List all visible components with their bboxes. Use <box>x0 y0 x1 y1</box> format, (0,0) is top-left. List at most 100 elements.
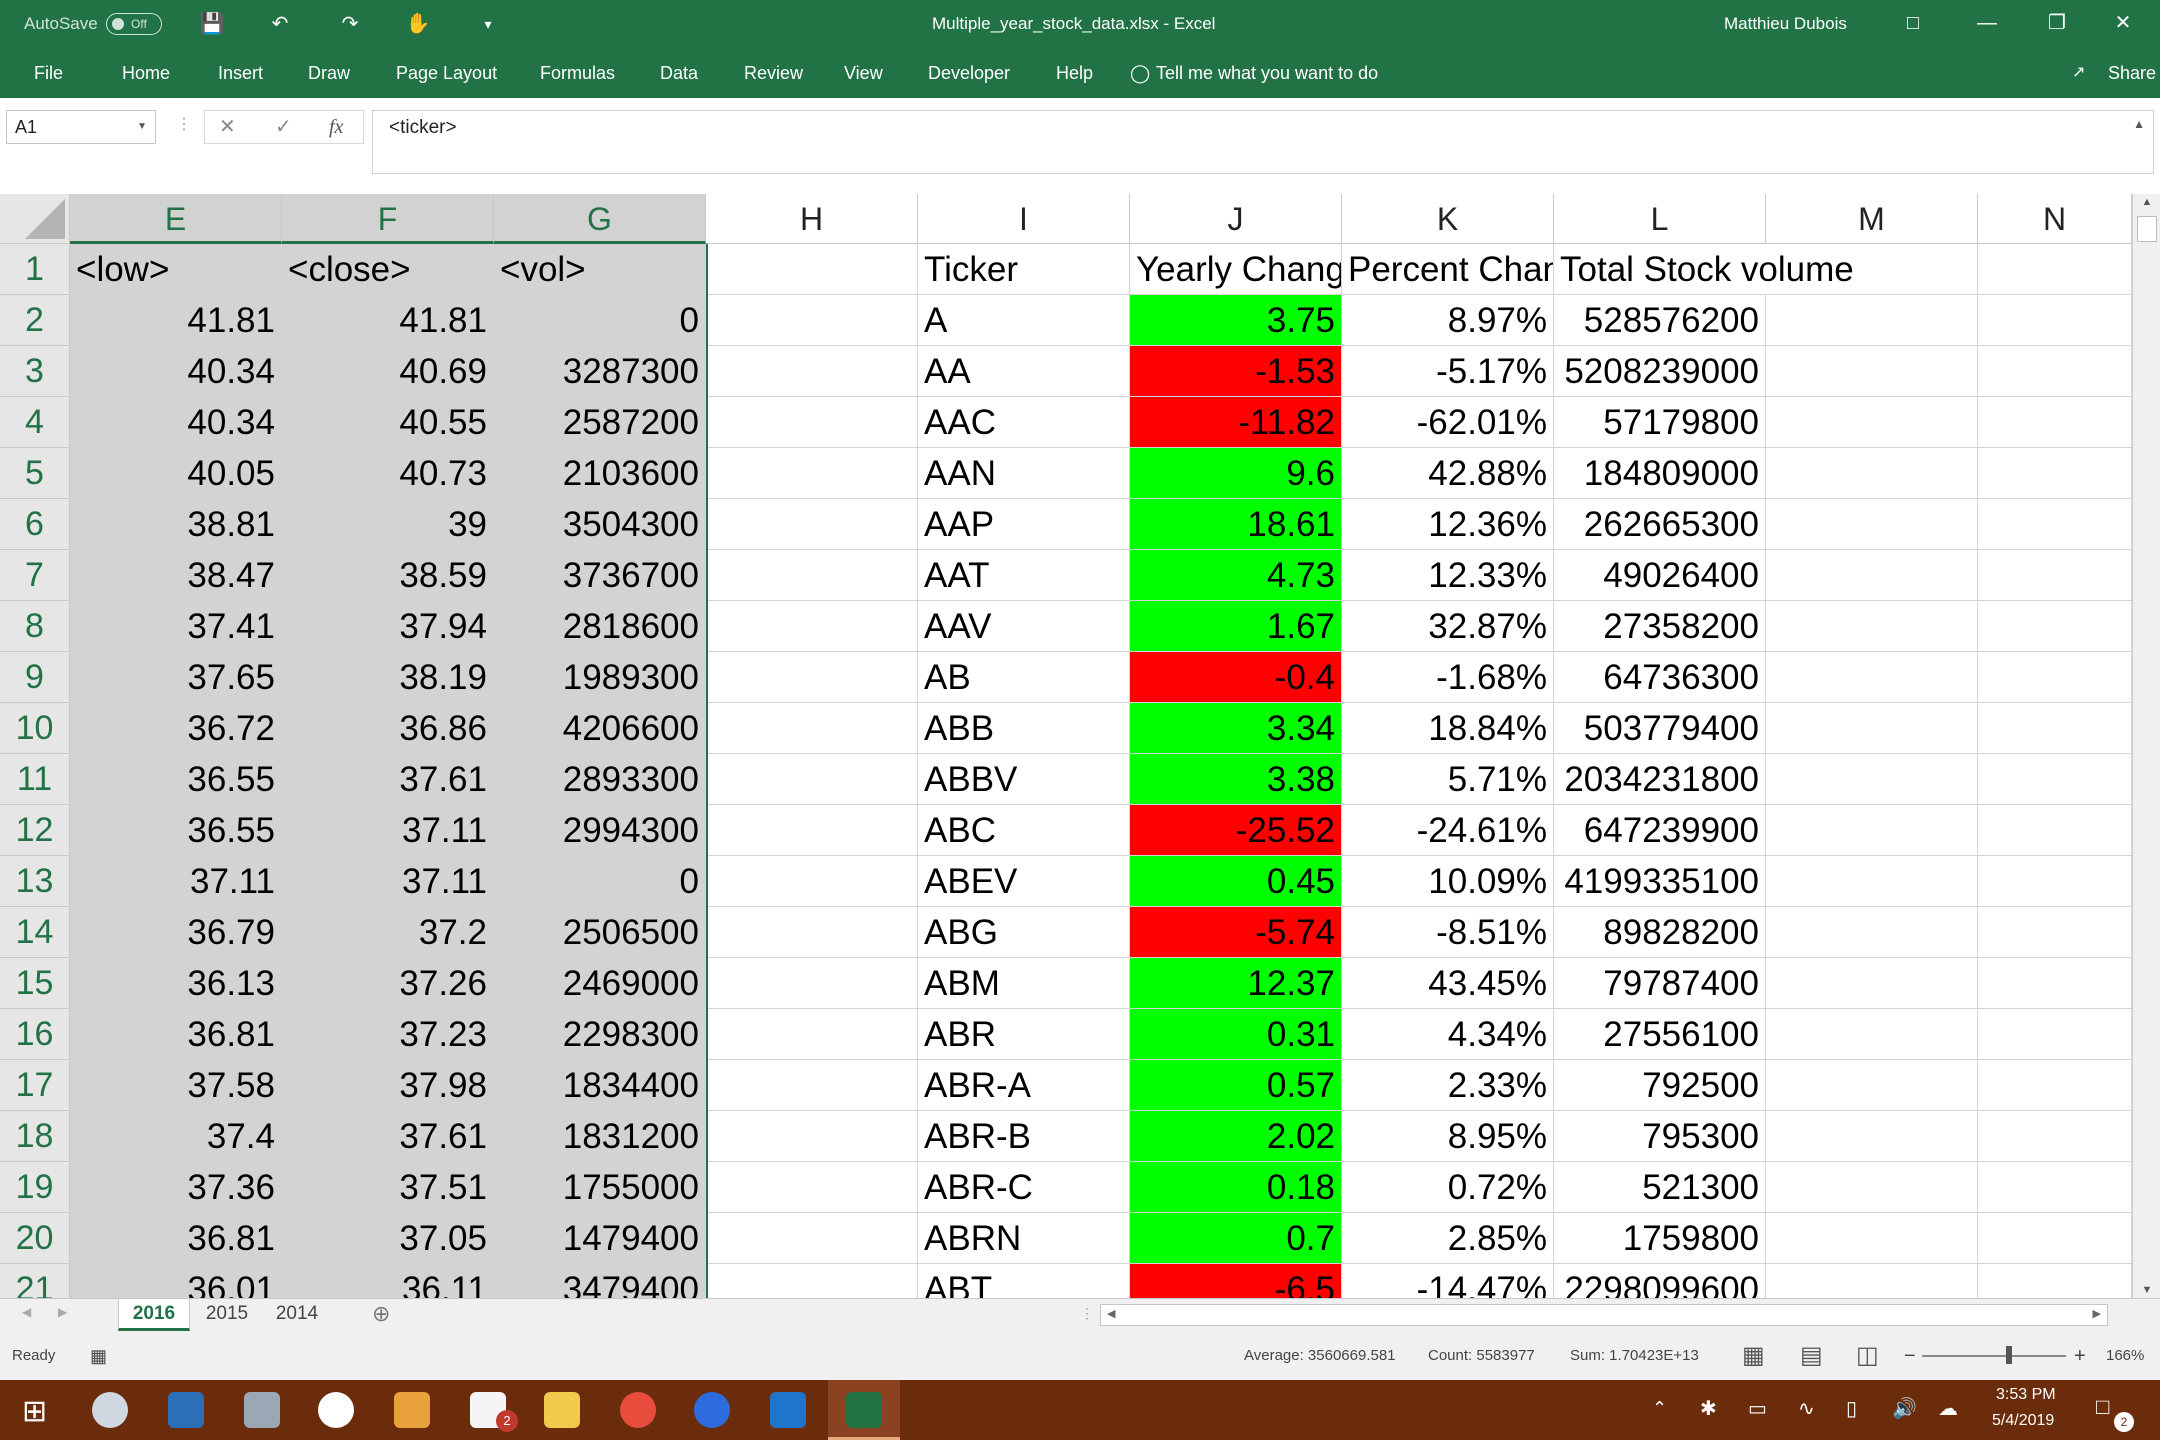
cell-percent-change[interactable]: 18.84% <box>1342 703 1554 754</box>
cell-vol[interactable]: 1479400 <box>494 1213 706 1264</box>
git-icon[interactable] <box>394 1392 430 1428</box>
cell-close[interactable]: 41.81 <box>282 295 494 346</box>
cell-total-volume[interactable]: 647239900 <box>1554 805 1766 856</box>
cell-empty[interactable] <box>1978 601 2132 652</box>
cell-empty[interactable] <box>1978 1162 2132 1213</box>
cloud-icon[interactable]: ☁ <box>1938 1396 1958 1421</box>
cell-yearly-change[interactable]: 12.37 <box>1130 958 1342 1009</box>
cell-header-yearly-change[interactable]: Yearly Change <box>1130 244 1342 295</box>
zoom-in-icon[interactable]: + <box>2074 1332 2086 1380</box>
cell-low[interactable]: 36.01 <box>70 1264 282 1298</box>
touch-mode-icon[interactable]: ✋ <box>404 10 432 38</box>
chrome-icon[interactable] <box>620 1392 656 1428</box>
clock-date[interactable]: 5/4/2019 <box>1992 1412 2054 1430</box>
redo-icon[interactable]: ↷ <box>336 10 364 38</box>
cell-close[interactable]: 37.11 <box>282 805 494 856</box>
ribbon-display-icon[interactable]: □ <box>1882 0 1944 48</box>
cell-empty[interactable] <box>706 295 918 346</box>
cell-yearly-change[interactable]: 0.7 <box>1130 1213 1342 1264</box>
cell-vol[interactable]: 1831200 <box>494 1111 706 1162</box>
cell-ticker[interactable]: A <box>918 295 1130 346</box>
cell-empty[interactable] <box>706 346 918 397</box>
zoom-level[interactable]: 166% <box>2106 1332 2144 1380</box>
cell-empty[interactable] <box>1766 397 1978 448</box>
cell-header-low[interactable]: <low> <box>70 244 282 295</box>
tab-draw[interactable]: Draw <box>308 48 350 98</box>
cell-empty[interactable] <box>706 703 918 754</box>
cell-low[interactable]: 36.55 <box>70 805 282 856</box>
cell-vol[interactable]: 0 <box>494 295 706 346</box>
cell-empty[interactable] <box>1978 703 2132 754</box>
tab-formulas[interactable]: Formulas <box>540 48 615 98</box>
file-explorer-icon[interactable] <box>168 1392 204 1428</box>
page-break-view-icon[interactable]: ◫ <box>1856 1332 1879 1380</box>
cell-close[interactable]: 36.11 <box>282 1264 494 1298</box>
cell-empty[interactable] <box>1766 703 1978 754</box>
cell-ticker[interactable]: ABR-B <box>918 1111 1130 1162</box>
slack-icon[interactable] <box>318 1392 354 1428</box>
cell-close[interactable]: 39 <box>282 499 494 550</box>
cell-close[interactable]: 37.11 <box>282 856 494 907</box>
insert-function-icon[interactable]: fx <box>329 111 343 143</box>
cell-low[interactable]: 40.34 <box>70 346 282 397</box>
battery-icon[interactable]: ▭ <box>1748 1396 1767 1421</box>
cell-yearly-change[interactable]: 3.75 <box>1130 295 1342 346</box>
cell-empty[interactable] <box>706 1162 918 1213</box>
cell-vol[interactable]: 1834400 <box>494 1060 706 1111</box>
cell-header-percent-change[interactable]: Percent Change <box>1342 244 1554 295</box>
cell-close[interactable]: 37.23 <box>282 1009 494 1060</box>
cell-percent-change[interactable]: 2.33% <box>1342 1060 1554 1111</box>
row-header[interactable]: 3 <box>0 346 70 397</box>
cell-yearly-change[interactable]: -0.4 <box>1130 652 1342 703</box>
cell-total-volume[interactable]: 79787400 <box>1554 958 1766 1009</box>
cell-total-volume[interactable]: 4199335100 <box>1554 856 1766 907</box>
tab-page-layout[interactable]: Page Layout <box>396 48 497 98</box>
row-header[interactable]: 15 <box>0 958 70 1009</box>
tab-insert[interactable]: Insert <box>218 48 263 98</box>
cell-yearly-change[interactable]: -6.5 <box>1130 1264 1342 1298</box>
sheet-tab-2015[interactable]: 2015 <box>194 1299 260 1331</box>
cell-percent-change[interactable]: 2.85% <box>1342 1213 1554 1264</box>
cell-empty[interactable] <box>1978 397 2132 448</box>
user-name[interactable]: Matthieu Dubois <box>1724 0 1847 48</box>
row-header[interactable]: 5 <box>0 448 70 499</box>
cell-total-volume[interactable]: 49026400 <box>1554 550 1766 601</box>
cell-low[interactable]: 38.47 <box>70 550 282 601</box>
windows-start-icon[interactable]: ⊞ <box>22 1394 47 1429</box>
cell-empty[interactable] <box>1978 652 2132 703</box>
add-sheet-icon[interactable]: ⊕ <box>372 1301 390 1327</box>
cell-percent-change[interactable]: 12.36% <box>1342 499 1554 550</box>
cell-empty[interactable] <box>706 754 918 805</box>
cell-empty[interactable] <box>1766 1162 1978 1213</box>
cell-total-volume[interactable]: 528576200 <box>1554 295 1766 346</box>
cell-yearly-change[interactable]: 0.31 <box>1130 1009 1342 1060</box>
cell-ticker[interactable]: ABC <box>918 805 1130 856</box>
cell-empty[interactable] <box>1978 1111 2132 1162</box>
cell-vol[interactable]: 3504300 <box>494 499 706 550</box>
cell-empty[interactable] <box>1978 856 2132 907</box>
prev-sheet-icon[interactable]: ◀ <box>22 1305 31 1319</box>
column-header-H[interactable]: H <box>706 194 918 244</box>
cell-empty[interactable] <box>1978 1213 2132 1264</box>
cell-total-volume[interactable]: 795300 <box>1554 1111 1766 1162</box>
cell-percent-change[interactable]: 10.09% <box>1342 856 1554 907</box>
cell-percent-change[interactable]: 43.45% <box>1342 958 1554 1009</box>
cell-percent-change[interactable]: 42.88% <box>1342 448 1554 499</box>
macro-record-icon[interactable]: ▦ <box>90 1332 107 1380</box>
cell-vol[interactable]: 2469000 <box>494 958 706 1009</box>
cell-vol[interactable]: 3479400 <box>494 1264 706 1298</box>
cell-vol[interactable]: 2994300 <box>494 805 706 856</box>
cell-percent-change[interactable]: -24.61% <box>1342 805 1554 856</box>
cell-empty[interactable] <box>706 805 918 856</box>
cell-close[interactable]: 37.26 <box>282 958 494 1009</box>
cell-yearly-change[interactable]: 9.6 <box>1130 448 1342 499</box>
cell-percent-change[interactable]: 8.95% <box>1342 1111 1554 1162</box>
scroll-left-icon[interactable]: ◀ <box>1107 1307 1115 1320</box>
cell-empty[interactable] <box>1766 1009 1978 1060</box>
cancel-icon[interactable]: ✕ <box>219 111 236 143</box>
cell-close[interactable]: 38.19 <box>282 652 494 703</box>
cell-header-vol[interactable]: <vol> <box>494 244 706 295</box>
customize-toolbar-icon[interactable]: ▾ <box>474 10 502 38</box>
cell-vol[interactable]: 2893300 <box>494 754 706 805</box>
cell-empty[interactable] <box>1766 1111 1978 1162</box>
